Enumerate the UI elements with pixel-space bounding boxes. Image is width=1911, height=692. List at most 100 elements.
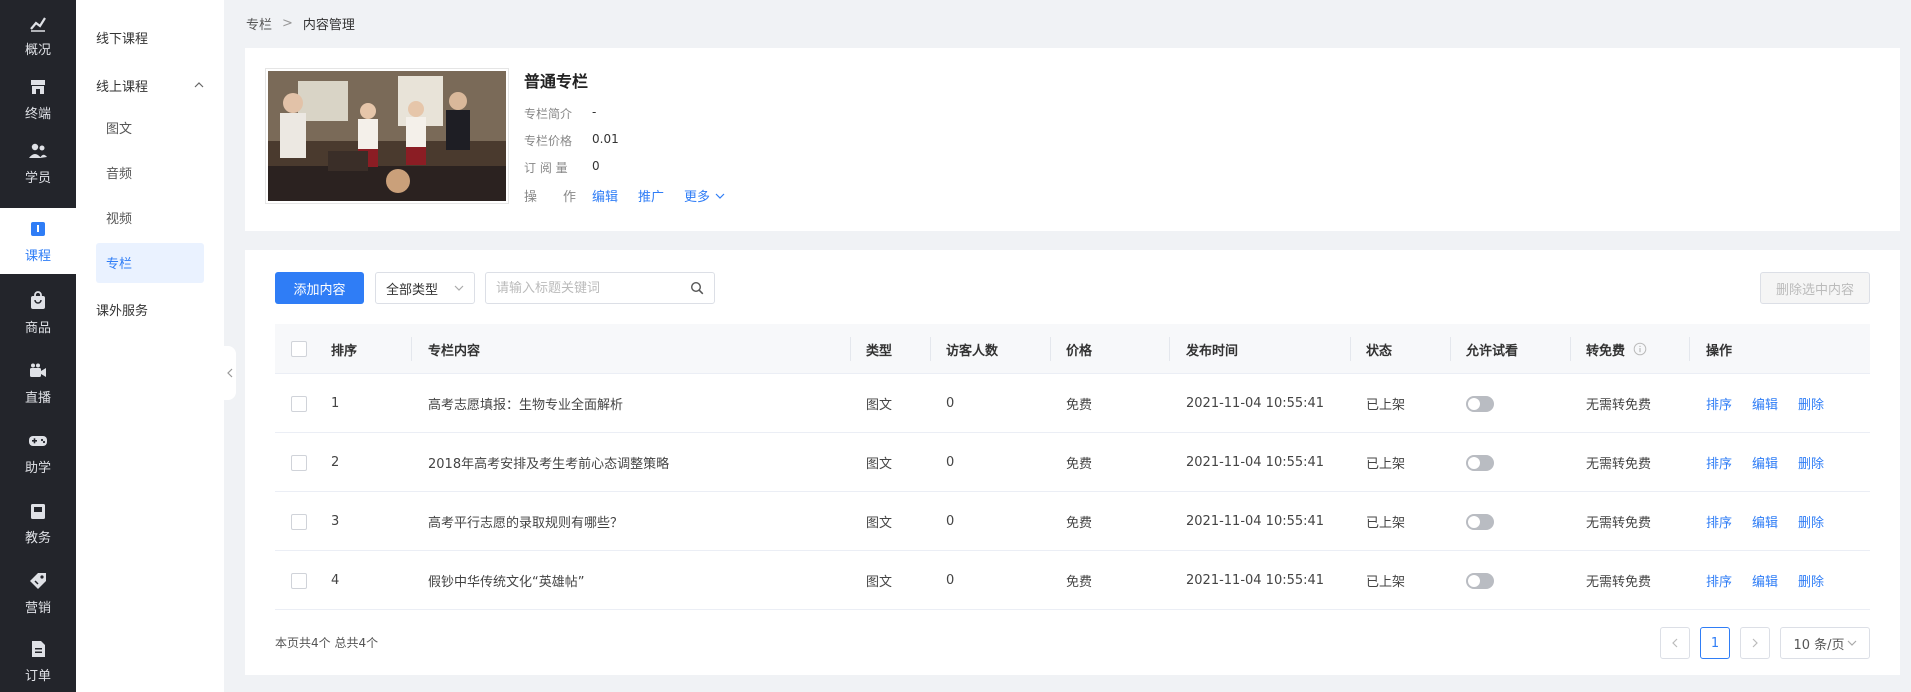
- sidebar-collapse-handle[interactable]: [224, 346, 236, 400]
- row-visitors: 0: [946, 514, 955, 529]
- row-free: 无需转免费: [1586, 516, 1652, 531]
- book-icon: [31, 221, 45, 236]
- column-edit-link[interactable]: 编辑: [592, 186, 618, 205]
- chevron-down-icon: [715, 193, 725, 199]
- submenu-audio[interactable]: 音频: [106, 163, 132, 182]
- page-size-select[interactable]: 10 条/页: [1780, 627, 1870, 659]
- nav-label: 直播: [24, 390, 51, 406]
- nav-item-academic[interactable]: 教务: [0, 488, 76, 558]
- col-header-publish-time: 发布时间: [1186, 343, 1239, 359]
- table-header: 排序 专栏内容 类型 访客人数 价格 发布时间 状态 允许试看 转免费 操作: [275, 324, 1870, 374]
- search-icon[interactable]: [690, 281, 704, 295]
- breadcrumb-parent[interactable]: 专栏: [246, 14, 272, 33]
- row-title[interactable]: 高考志愿填报：生物专业全面解析: [428, 374, 623, 433]
- row-delete-link[interactable]: 删除: [1798, 571, 1824, 590]
- nav-item-assist[interactable]: 助学: [0, 418, 76, 488]
- row-status: 已上架: [1366, 457, 1406, 472]
- row-checkbox[interactable]: [291, 513, 307, 530]
- col-header-content: 专栏内容: [428, 343, 481, 359]
- row-edit-link[interactable]: 编辑: [1752, 512, 1778, 531]
- search-input[interactable]: [496, 280, 690, 296]
- chart-icon: [30, 16, 46, 32]
- row-checkbox[interactable]: [291, 395, 307, 412]
- row-order: 1: [331, 396, 340, 411]
- row-publish-time: 2021-11-04 10:55:41: [1186, 455, 1325, 470]
- submenu-column[interactable]: 专栏: [106, 253, 132, 272]
- nav-item-live[interactable]: 直播: [0, 348, 76, 418]
- delete-selected-button[interactable]: 删除选中内容: [1760, 272, 1870, 304]
- submenu-extra-services[interactable]: 课外服务: [96, 300, 148, 319]
- trial-toggle[interactable]: [1466, 454, 1494, 471]
- row-delete-link[interactable]: 删除: [1798, 394, 1824, 413]
- row-publish-time: 2021-11-04 10:55:41: [1186, 573, 1325, 588]
- column-intro-label: 专栏简介: [524, 107, 573, 121]
- trial-toggle[interactable]: [1466, 572, 1494, 589]
- cover-photo: [268, 71, 506, 201]
- row-checkbox[interactable]: [291, 572, 307, 589]
- row-delete-link[interactable]: 删除: [1798, 512, 1824, 531]
- chevron-down-icon: [454, 285, 464, 291]
- row-visitors: 0: [946, 396, 955, 411]
- nav-item-marketing[interactable]: 营销: [0, 558, 76, 628]
- nav-item-students[interactable]: 学员: [0, 128, 76, 198]
- trial-toggle[interactable]: [1466, 513, 1494, 530]
- column-ops-label: 操 作: [524, 190, 577, 205]
- col-header-status: 状态: [1366, 343, 1393, 359]
- row-title[interactable]: 2018年高考安排及考生考前心态调整策略: [428, 433, 669, 492]
- row-edit-link[interactable]: 编辑: [1752, 571, 1778, 590]
- row-checkbox[interactable]: [291, 454, 307, 471]
- row-edit-link[interactable]: 编辑: [1752, 453, 1778, 472]
- type-filter-select[interactable]: 全部类型: [375, 272, 475, 304]
- type-filter-value: 全部类型: [386, 282, 439, 298]
- row-publish-time: 2021-11-04 10:55:41: [1186, 396, 1325, 411]
- row-visitors: 0: [946, 455, 955, 470]
- row-title[interactable]: 假钞中华传统文化“英雄帖”: [428, 551, 584, 610]
- row-sort-link[interactable]: 排序: [1706, 453, 1732, 472]
- column-promote-link[interactable]: 推广: [638, 186, 664, 205]
- submenu-graphic[interactable]: 图文: [106, 118, 132, 137]
- video-camera-icon: [30, 363, 46, 377]
- page-number-current[interactable]: 1: [1700, 627, 1730, 659]
- submenu-video[interactable]: 视频: [106, 208, 132, 227]
- row-title[interactable]: 高考平行志愿的录取规则有哪些？: [428, 492, 623, 551]
- info-icon[interactable]: [1633, 342, 1647, 356]
- content-list-card: 添加内容 全部类型 删除选中内容 排序 专栏内容 类型 访客人数 价格 发布时间…: [245, 250, 1900, 675]
- nav-item-orders[interactable]: 订单: [0, 626, 76, 692]
- next-page-button[interactable]: [1740, 627, 1770, 659]
- column-more-dropdown[interactable]: 更多: [684, 186, 725, 205]
- add-content-button[interactable]: 添加内容: [275, 272, 364, 304]
- clipboard-icon: [31, 503, 45, 519]
- row-status: 已上架: [1366, 516, 1406, 531]
- row-edit-link[interactable]: 编辑: [1752, 394, 1778, 413]
- prev-page-button[interactable]: [1660, 627, 1690, 659]
- nav-label: 教务: [24, 530, 51, 546]
- document-icon: [32, 640, 45, 657]
- nav-item-courses[interactable]: 课程: [0, 208, 76, 274]
- row-delete-link[interactable]: 删除: [1798, 453, 1824, 472]
- nav-item-terminal[interactable]: 终端: [0, 64, 76, 134]
- col-header-type: 类型: [866, 343, 893, 359]
- submenu-offline-courses[interactable]: 线下课程: [96, 28, 148, 47]
- submenu-online-courses[interactable]: 线上课程: [96, 76, 148, 95]
- select-all-checkbox[interactable]: [291, 341, 307, 357]
- row-publish-time: 2021-11-04 10:55:41: [1186, 514, 1325, 529]
- row-sort-link[interactable]: 排序: [1706, 394, 1732, 413]
- col-header-visitors: 访客人数: [946, 343, 999, 359]
- table-body: 1 高考志愿填报：生物专业全面解析 图文 0 免费 2021-11-04 10:55:41…: [275, 374, 1870, 610]
- nav-item-overview[interactable]: 概况: [0, 0, 76, 70]
- row-free: 无需转免费: [1586, 457, 1652, 472]
- row-sort-link[interactable]: 排序: [1706, 512, 1732, 531]
- row-sort-link[interactable]: 排序: [1706, 571, 1732, 590]
- row-order: 4: [331, 573, 340, 588]
- chevron-up-icon[interactable]: [194, 80, 204, 90]
- col-header-trial: 允许试看: [1466, 343, 1519, 359]
- nav-item-goods[interactable]: 商品: [0, 278, 76, 348]
- column-intro-row: 专栏简介 -: [524, 105, 596, 122]
- row-type: 图文: [866, 575, 893, 590]
- nav-label: 助学: [24, 460, 51, 476]
- trial-toggle[interactable]: [1466, 395, 1494, 412]
- users-icon: [29, 143, 47, 158]
- column-price-value: 0.01: [592, 132, 619, 146]
- row-free: 无需转免费: [1586, 398, 1652, 413]
- row-status: 已上架: [1366, 398, 1406, 413]
